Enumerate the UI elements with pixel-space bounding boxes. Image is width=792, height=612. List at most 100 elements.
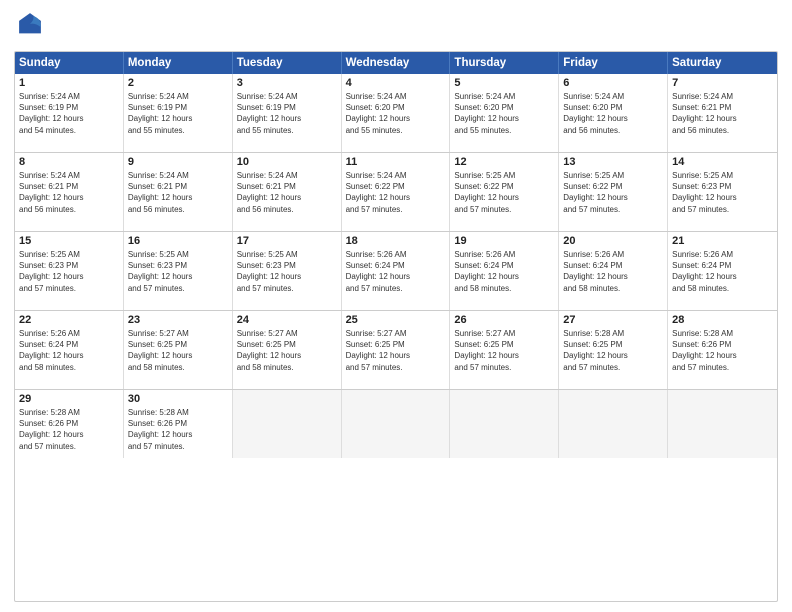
cal-cell: 26 Sunrise: 5:27 AM Sunset: 6:25 PM Dayli… xyxy=(450,311,559,389)
cal-cell xyxy=(668,390,777,458)
cal-cell: 28 Sunrise: 5:28 AM Sunset: 6:26 PM Dayli… xyxy=(668,311,777,389)
day-number: 28 xyxy=(672,314,773,326)
cal-cell: 1Sunrise: 5:24 AM Sunset: 6:19 PM Daylig… xyxy=(15,74,124,152)
day-info: Sunrise: 5:28 AM Sunset: 6:26 PM Dayligh… xyxy=(672,328,773,373)
day-info: Sunrise: 5:25 AM Sunset: 6:23 PM Dayligh… xyxy=(19,249,119,294)
day-info: Sunrise: 5:25 AM Sunset: 6:23 PM Dayligh… xyxy=(128,249,228,294)
header xyxy=(14,10,778,43)
day-info: Sunrise: 5:24 AM Sunset: 6:21 PM Dayligh… xyxy=(19,170,119,215)
calendar-header: SundayMondayTuesdayWednesdayThursdayFrid… xyxy=(15,52,777,74)
cal-cell: 27 Sunrise: 5:28 AM Sunset: 6:25 PM Dayli… xyxy=(559,311,668,389)
day-info: Sunrise: 5:27 AM Sunset: 6:25 PM Dayligh… xyxy=(237,328,337,373)
calendar-row-1: 1 Sunrise: 5:24 AM Sunset: 6:19 PM Daylig… xyxy=(15,74,777,153)
day-info: Sunrise: 5:25 AM Sunset: 6:22 PM Dayligh… xyxy=(563,170,663,215)
calendar-body: 1 Sunrise: 5:24 AM Sunset: 6:19 PM Daylig… xyxy=(15,74,777,458)
cal-cell: 29 Sunrise: 5:28 AM Sunset: 6:26 PM Dayli… xyxy=(15,390,124,458)
header-day-wednesday: Wednesday xyxy=(342,52,451,74)
day-number: 15 xyxy=(19,235,119,247)
calendar-row-5: 29 Sunrise: 5:28 AM Sunset: 6:26 PM Dayli… xyxy=(15,390,777,458)
day-info: Sunrise: 5:26 AM Sunset: 6:24 PM Dayligh… xyxy=(346,249,446,294)
header-day-tuesday: Tuesday xyxy=(233,52,342,74)
day-number: 25 xyxy=(346,314,446,326)
day-number: 8 xyxy=(19,156,119,168)
cal-cell: 4 Sunrise: 5:24 AM Sunset: 6:20 PM Daylig… xyxy=(342,74,451,152)
header-day-friday: Friday xyxy=(559,52,668,74)
day-number: 17 xyxy=(237,235,337,247)
day-info: Sunrise: 5:27 AM Sunset: 6:25 PM Dayligh… xyxy=(346,328,446,373)
day-info: Sunrise: 5:26 AM Sunset: 6:24 PM Dayligh… xyxy=(454,249,554,294)
day-number: 4 xyxy=(346,77,446,89)
day-info: Sunrise: 5:24 AM Sunset: 6:19 PM Dayligh… xyxy=(237,91,337,136)
cal-cell: 23 Sunrise: 5:27 AM Sunset: 6:25 PM Dayli… xyxy=(124,311,233,389)
calendar: SundayMondayTuesdayWednesdayThursdayFrid… xyxy=(14,51,778,602)
day-number: 13 xyxy=(563,156,663,168)
day-number: 30 xyxy=(128,393,228,405)
header-day-thursday: Thursday xyxy=(450,52,559,74)
day-number: 22 xyxy=(19,314,119,326)
cal-cell: 20Sunrise: 5:26 AM Sunset: 6:24 PM Dayli… xyxy=(559,232,668,310)
header-day-saturday: Saturday xyxy=(668,52,777,74)
cal-cell: 25 Sunrise: 5:27 AM Sunset: 6:25 PM Dayli… xyxy=(342,311,451,389)
day-info: Sunrise: 5:27 AM Sunset: 6:25 PM Dayligh… xyxy=(128,328,228,373)
cal-cell: 3 Sunrise: 5:24 AM Sunset: 6:19 PM Daylig… xyxy=(233,74,342,152)
cal-cell: 14Sunrise: 5:25 AM Sunset: 6:23 PM Dayli… xyxy=(668,153,777,231)
cal-cell: 5 Sunrise: 5:24 AM Sunset: 6:20 PM Daylig… xyxy=(450,74,559,152)
day-info: Sunrise: 5:24 AM Sunset: 6:21 PM Dayligh… xyxy=(672,91,773,136)
cal-cell xyxy=(559,390,668,458)
cal-cell: 12Sunrise: 5:25 AM Sunset: 6:22 PM Dayli… xyxy=(450,153,559,231)
day-info: Sunrise: 5:26 AM Sunset: 6:24 PM Dayligh… xyxy=(19,328,119,373)
day-number: 24 xyxy=(237,314,337,326)
day-number: 1 xyxy=(19,77,119,89)
day-info: Sunrise: 5:24 AM Sunset: 6:21 PM Dayligh… xyxy=(128,170,228,215)
day-info: Sunrise: 5:28 AM Sunset: 6:26 PM Dayligh… xyxy=(128,407,228,452)
cal-cell: 16 Sunrise: 5:25 AM Sunset: 6:23 PM Dayli… xyxy=(124,232,233,310)
cal-cell: 11Sunrise: 5:24 AM Sunset: 6:22 PM Dayli… xyxy=(342,153,451,231)
day-info: Sunrise: 5:25 AM Sunset: 6:22 PM Dayligh… xyxy=(454,170,554,215)
day-number: 16 xyxy=(128,235,228,247)
day-info: Sunrise: 5:28 AM Sunset: 6:26 PM Dayligh… xyxy=(19,407,119,452)
logo-icon xyxy=(16,10,44,38)
cal-cell: 30 Sunrise: 5:28 AM Sunset: 6:26 PM Dayli… xyxy=(124,390,233,458)
day-number: 26 xyxy=(454,314,554,326)
cal-cell: 18 Sunrise: 5:26 AM Sunset: 6:24 PM Dayli… xyxy=(342,232,451,310)
day-number: 21 xyxy=(672,235,773,247)
day-number: 18 xyxy=(346,235,446,247)
cal-cell xyxy=(342,390,451,458)
cal-cell: 9 Sunrise: 5:24 AM Sunset: 6:21 PM Daylig… xyxy=(124,153,233,231)
day-info: Sunrise: 5:24 AM Sunset: 6:20 PM Dayligh… xyxy=(346,91,446,136)
cal-cell xyxy=(233,390,342,458)
cal-cell: 24 Sunrise: 5:27 AM Sunset: 6:25 PM Dayli… xyxy=(233,311,342,389)
day-info: Sunrise: 5:24 AM Sunset: 6:20 PM Dayligh… xyxy=(454,91,554,136)
day-info: Sunrise: 5:24 AM Sunset: 6:19 PM Dayligh… xyxy=(128,91,228,136)
day-info: Sunrise: 5:27 AM Sunset: 6:25 PM Dayligh… xyxy=(454,328,554,373)
cal-cell: 2Sunrise: 5:24 AM Sunset: 6:19 PM Daylig… xyxy=(124,74,233,152)
cal-cell: 13 Sunrise: 5:25 AM Sunset: 6:22 PM Dayli… xyxy=(559,153,668,231)
calendar-row-2: 8 Sunrise: 5:24 AM Sunset: 6:21 PM Daylig… xyxy=(15,153,777,232)
day-info: Sunrise: 5:26 AM Sunset: 6:24 PM Dayligh… xyxy=(563,249,663,294)
cal-cell: 22 Sunrise: 5:26 AM Sunset: 6:24 PM Dayli… xyxy=(15,311,124,389)
day-info: Sunrise: 5:25 AM Sunset: 6:23 PM Dayligh… xyxy=(237,249,337,294)
day-info: Sunrise: 5:28 AM Sunset: 6:25 PM Dayligh… xyxy=(563,328,663,373)
day-number: 29 xyxy=(19,393,119,405)
day-info: Sunrise: 5:26 AM Sunset: 6:24 PM Dayligh… xyxy=(672,249,773,294)
cal-cell xyxy=(450,390,559,458)
calendar-row-3: 15 Sunrise: 5:25 AM Sunset: 6:23 PM Dayli… xyxy=(15,232,777,311)
day-info: Sunrise: 5:24 AM Sunset: 6:20 PM Dayligh… xyxy=(563,91,663,136)
cal-cell: 21 Sunrise: 5:26 AM Sunset: 6:24 PM Dayli… xyxy=(668,232,777,310)
day-number: 27 xyxy=(563,314,663,326)
day-number: 19 xyxy=(454,235,554,247)
day-number: 23 xyxy=(128,314,228,326)
day-info: Sunrise: 5:24 AM Sunset: 6:22 PM Dayligh… xyxy=(346,170,446,215)
day-number: 5 xyxy=(454,77,554,89)
header-day-sunday: Sunday xyxy=(15,52,124,74)
logo xyxy=(14,10,44,43)
day-number: 9 xyxy=(128,156,228,168)
cal-cell: 19 Sunrise: 5:26 AM Sunset: 6:24 PM Dayli… xyxy=(450,232,559,310)
cal-cell: 7Sunrise: 5:24 AM Sunset: 6:21 PM Daylig… xyxy=(668,74,777,152)
calendar-row-4: 22 Sunrise: 5:26 AM Sunset: 6:24 PM Dayli… xyxy=(15,311,777,390)
day-number: 3 xyxy=(237,77,337,89)
header-day-monday: Monday xyxy=(124,52,233,74)
cal-cell: 15 Sunrise: 5:25 AM Sunset: 6:23 PM Dayli… xyxy=(15,232,124,310)
cal-cell: 6Sunrise: 5:24 AM Sunset: 6:20 PM Daylig… xyxy=(559,74,668,152)
day-info: Sunrise: 5:24 AM Sunset: 6:21 PM Dayligh… xyxy=(237,170,337,215)
